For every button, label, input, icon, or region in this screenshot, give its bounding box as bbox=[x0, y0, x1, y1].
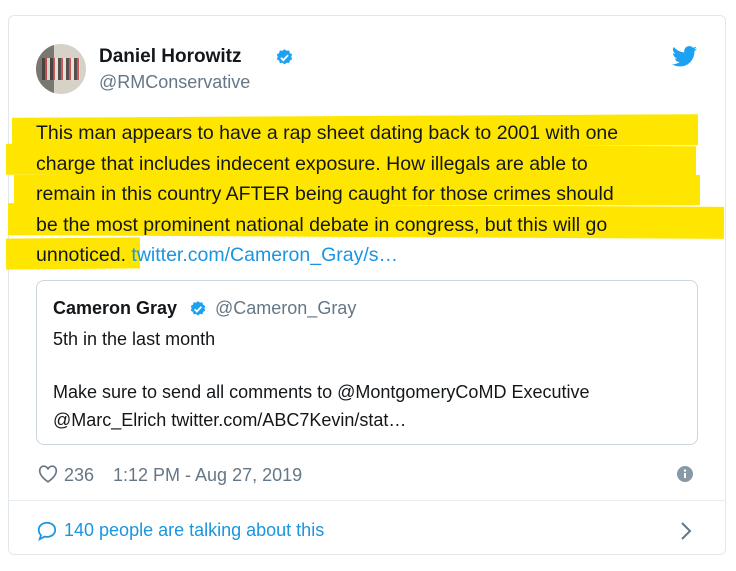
author-avatar[interactable] bbox=[36, 44, 86, 94]
quoted-author-handle[interactable]: @Cameron_Gray bbox=[215, 298, 356, 319]
tweet-text-last-line: unnoticed. twitter.com/Cameron_Gray/s… bbox=[36, 240, 708, 271]
avatar-image bbox=[42, 58, 80, 80]
conversation-link[interactable]: 140 people are talking about this bbox=[64, 520, 324, 541]
twitter-bird-icon[interactable] bbox=[672, 46, 697, 67]
tweet-text-line: This man appears to have a rap sheet dat… bbox=[36, 122, 619, 144]
tweet-text-line: charge that includes indecent exposure. … bbox=[36, 152, 588, 175]
quoted-text-line: @Marc_Elrich twitter.com/ABC7Kevin/stat… bbox=[53, 410, 407, 430]
tweet-text-line: remain in this country AFTER being caugh… bbox=[36, 183, 614, 205]
tweet-timestamp[interactable]: 1:12 PM - Aug 27, 2019 bbox=[113, 465, 302, 486]
tweet-text: This man appears to have a rap sheet dat… bbox=[36, 118, 708, 271]
quoted-tweet[interactable]: Cameron Gray @Cameron_Gray 5th in the la… bbox=[36, 280, 698, 445]
chevron-right-icon[interactable] bbox=[679, 520, 693, 542]
quoted-author-name[interactable]: Cameron Gray bbox=[53, 298, 177, 319]
heart-icon[interactable] bbox=[37, 463, 59, 485]
author-name[interactable]: Daniel Horowitz bbox=[99, 46, 242, 68]
verified-badge-icon bbox=[190, 301, 206, 316]
author-handle[interactable]: @RMConservative bbox=[99, 72, 250, 93]
speech-bubble-icon bbox=[37, 521, 57, 542]
quoted-text-line: Make sure to send all comments to @Montg… bbox=[53, 382, 590, 402]
verified-badge-icon bbox=[276, 49, 293, 65]
footer-divider bbox=[9, 500, 725, 501]
like-count[interactable]: 236 bbox=[64, 465, 94, 486]
tweet-text-line: be the most prominent national debate in… bbox=[36, 213, 608, 236]
info-icon[interactable] bbox=[677, 466, 693, 482]
quoted-text-line: 5th in the last month bbox=[53, 329, 216, 349]
tweet-text-end: unnoticed. bbox=[36, 244, 126, 266]
quoted-tweet-link[interactable]: twitter.com/Cameron_Gray/s… bbox=[131, 244, 398, 266]
